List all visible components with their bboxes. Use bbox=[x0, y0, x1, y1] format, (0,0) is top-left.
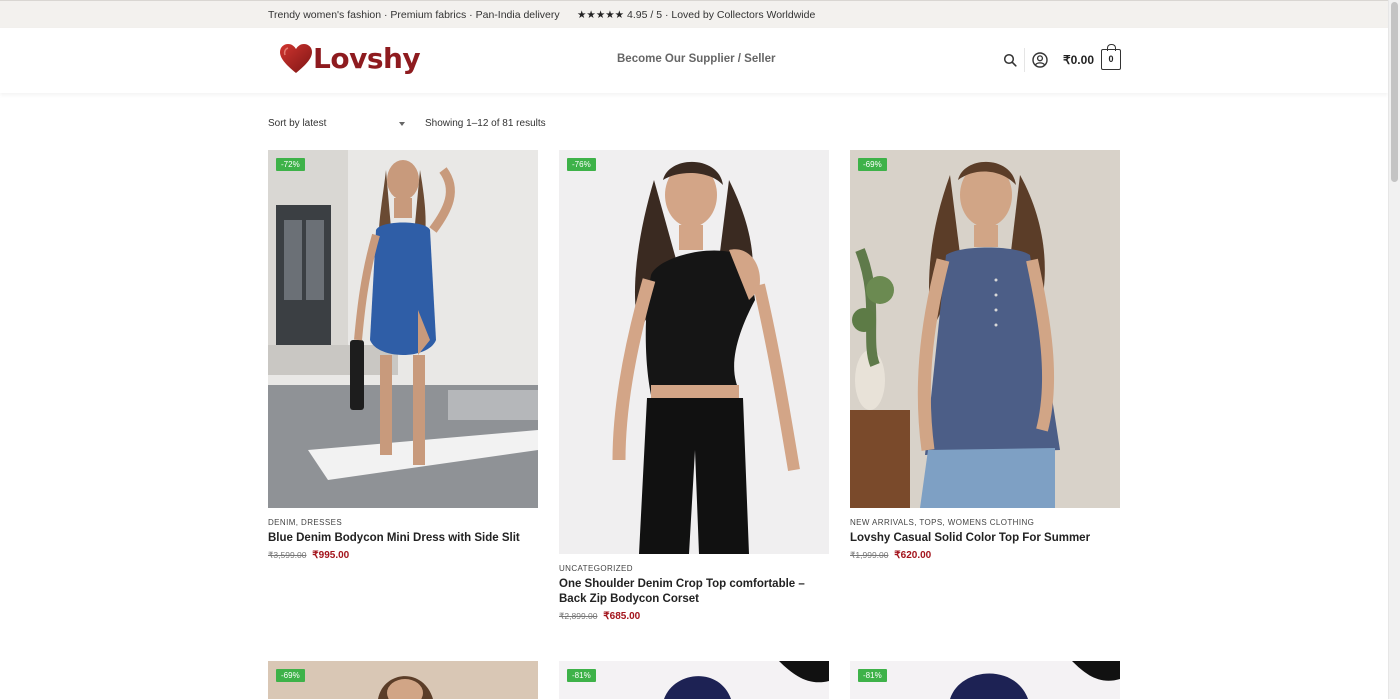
star-rating-icon: ★★★★★ bbox=[577, 9, 625, 21]
heart-logo-icon bbox=[280, 43, 312, 73]
product-image[interactable]: -69% bbox=[268, 661, 538, 699]
product-card[interactable]: -81% bbox=[850, 661, 1120, 699]
product-title[interactable]: Blue Denim Bodycon Mini Dress with Side … bbox=[268, 531, 538, 546]
sale-price: ₹995.00 bbox=[312, 550, 350, 561]
nav-become-supplier[interactable]: Become Our Supplier / Seller bbox=[617, 53, 776, 65]
product-image[interactable]: -69% bbox=[850, 150, 1120, 508]
scrollbar-thumb[interactable] bbox=[1391, 2, 1398, 182]
product-photo bbox=[850, 661, 1120, 699]
sale-price: ₹620.00 bbox=[894, 550, 932, 561]
discount-badge: -72% bbox=[276, 158, 305, 171]
original-price: ₹2,899.00 bbox=[559, 611, 598, 621]
sort-select[interactable]: Sort by latest bbox=[268, 118, 408, 129]
product-title[interactable]: One Shoulder Denim Crop Top comfortable … bbox=[559, 577, 829, 607]
product-photo-denim-dress bbox=[268, 150, 538, 508]
product-price: ₹1,999.00 ₹620.00 bbox=[850, 550, 1120, 561]
site-header: Lovshy Become Our Supplier / Seller ₹0.0… bbox=[0, 28, 1388, 93]
product-photo-blue-top bbox=[850, 150, 1120, 508]
original-price: ₹1,999.00 bbox=[850, 550, 889, 560]
product-title[interactable]: Lovshy Casual Solid Color Top For Summer bbox=[850, 531, 1120, 546]
sort-label: Sort by latest bbox=[268, 118, 327, 129]
rating-banner: ★★★★★ 4.95 / 5 · Loved by Collectors Wor… bbox=[577, 9, 815, 21]
product-card[interactable]: -76% UNCATEGORIZED One Shoulder Denim Cr… bbox=[559, 150, 829, 622]
brand-name: Lovshy bbox=[313, 42, 421, 75]
site-logo[interactable]: Lovshy bbox=[279, 42, 421, 75]
product-price: ₹3,599.00 ₹995.00 bbox=[268, 550, 538, 561]
product-price: ₹2,899.00 ₹685.00 bbox=[559, 611, 829, 622]
product-categories[interactable]: NEW ARRIVALS, TOPS, WOMENS CLOTHING bbox=[850, 518, 1120, 527]
announcement-left: Trendy women's fashion · Premium fabrics… bbox=[268, 9, 560, 21]
sale-price: ₹685.00 bbox=[603, 611, 641, 622]
product-photo-black-crop-top bbox=[559, 150, 829, 554]
discount-badge: -76% bbox=[567, 158, 596, 171]
header-divider bbox=[1024, 48, 1025, 72]
results-count: Showing 1–12 of 81 results bbox=[425, 118, 546, 129]
discount-badge: -69% bbox=[858, 158, 887, 171]
account-icon[interactable] bbox=[1032, 52, 1048, 68]
discount-badge: -81% bbox=[858, 669, 887, 682]
original-price: ₹3,599.00 bbox=[268, 550, 307, 560]
product-card[interactable]: -69% bbox=[268, 661, 538, 699]
product-image[interactable]: -81% bbox=[850, 661, 1120, 699]
product-photo bbox=[559, 661, 829, 699]
product-photo bbox=[268, 661, 538, 699]
announcement-bar: Trendy women's fashion · Premium fabrics… bbox=[0, 0, 1388, 28]
discount-badge: -69% bbox=[276, 669, 305, 682]
cart-bag-icon[interactable]: 0 bbox=[1101, 44, 1121, 70]
discount-badge: -81% bbox=[567, 669, 596, 682]
product-card[interactable]: -72% DENIM, DRESSES Blue Denim Bodycon M… bbox=[268, 150, 538, 561]
chevron-down-icon bbox=[399, 122, 405, 126]
product-categories[interactable]: DENIM, DRESSES bbox=[268, 518, 538, 527]
cart-count: 0 bbox=[1108, 54, 1114, 64]
search-icon[interactable] bbox=[1003, 53, 1017, 67]
rating-text: 4.95 / 5 · Loved by Collectors Worldwide bbox=[627, 9, 816, 21]
product-image[interactable]: -76% bbox=[559, 150, 829, 554]
cart-total[interactable]: ₹0.00 bbox=[1063, 53, 1094, 67]
product-card[interactable]: -81% bbox=[559, 661, 829, 699]
product-categories[interactable]: UNCATEGORIZED bbox=[559, 564, 829, 573]
product-card[interactable]: -69% NEW ARRIVALS, TOPS, WOMENS CLOTHING… bbox=[850, 150, 1120, 561]
page-scrollbar[interactable] bbox=[1388, 0, 1400, 699]
product-image[interactable]: -72% bbox=[268, 150, 538, 508]
product-image[interactable]: -81% bbox=[559, 661, 829, 699]
